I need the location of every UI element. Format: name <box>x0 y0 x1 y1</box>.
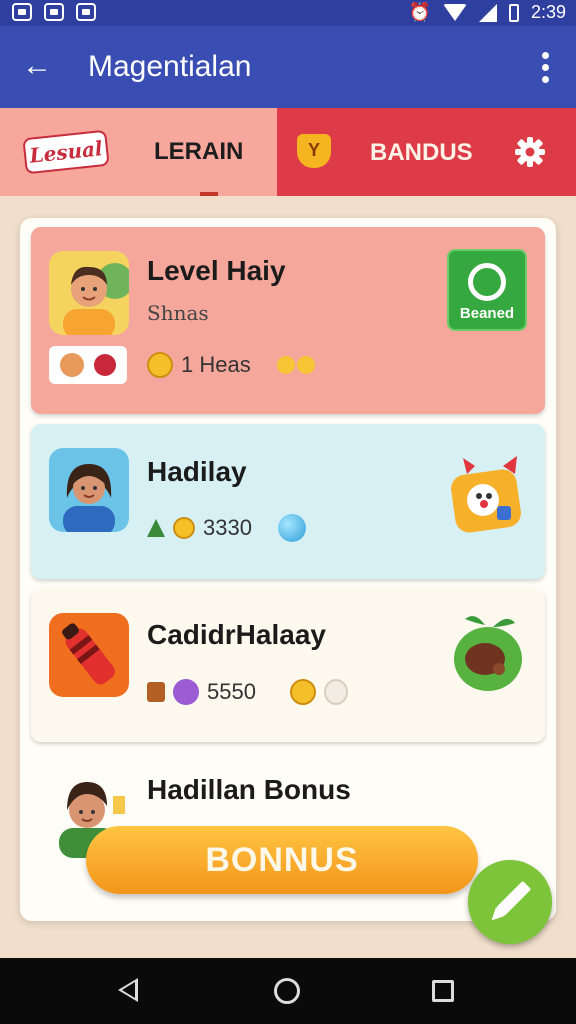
wifi-icon <box>442 4 467 21</box>
badge-icon <box>147 519 165 537</box>
bonus-button[interactable]: BONNUS <box>86 826 478 894</box>
avatar <box>49 613 129 697</box>
nav-back-icon[interactable] <box>118 978 138 1002</box>
avatar <box>49 448 129 532</box>
nav-home-icon[interactable] <box>274 978 300 1004</box>
overflow-menu-icon[interactable] <box>542 52 550 83</box>
row-title: Hadilay <box>147 456 247 487</box>
music-coin-icon <box>173 679 199 705</box>
coin-icon <box>276 356 295 374</box>
avatar <box>49 251 129 335</box>
page-title: Magentialan <box>88 50 252 83</box>
battery-icon <box>508 3 519 22</box>
row-subtitle: Shnas <box>147 301 209 325</box>
back-arrow-icon[interactable]: ← <box>22 51 54 83</box>
notification-icon <box>76 3 96 21</box>
row-meta: 3330 <box>147 514 306 542</box>
row-meta: 1 Heas <box>147 352 315 378</box>
claim-button[interactable]: Beaned <box>447 249 527 331</box>
nav-recents-icon[interactable] <box>432 980 454 1002</box>
row-meta-text: 1 Heas <box>181 352 251 377</box>
egg-icon <box>323 679 348 705</box>
status-bar: ⏰ 2:39 <box>0 0 576 26</box>
row-meta: 5550 <box>147 679 348 705</box>
badge-icon <box>147 682 165 702</box>
coin-icon <box>296 356 315 374</box>
gear-icon[interactable] <box>514 136 546 168</box>
row-meta-text: 5550 <box>207 679 256 704</box>
tab-learn[interactable]: Lesual LERAIN <box>0 108 277 196</box>
content-card: Level Haiy Shnas 1 Heas Beaned Hadilay 3… <box>20 218 556 921</box>
notification-icon <box>12 3 32 21</box>
tab-bonus[interactable]: Y BANDUS <box>277 108 576 196</box>
apple-icon <box>94 354 116 376</box>
apple-icon[interactable] <box>445 609 531 695</box>
signal-icon <box>478 3 497 22</box>
gift-box-icon[interactable] <box>445 452 531 538</box>
brand-logo: Lesual <box>22 129 110 175</box>
row-meta-text: 3330 <box>203 515 252 540</box>
alarm-icon: ⏰ <box>408 2 431 22</box>
list-item[interactable]: Hadilay 3330 <box>31 424 545 579</box>
character-icon <box>60 353 84 377</box>
refresh-icon <box>468 263 506 301</box>
coin-icon <box>173 517 195 539</box>
row-title: CadidrHalaay <box>147 619 326 650</box>
tab-indicator <box>200 192 218 196</box>
status-time: 2:39 <box>530 2 566 22</box>
shield-icon: Y <box>297 134 331 168</box>
edit-fab-button[interactable] <box>468 860 552 944</box>
coin-icon <box>289 679 316 705</box>
row-title: Level Haiy <box>147 255 286 286</box>
tab-learn-label: LERAIN <box>154 138 244 165</box>
tab-bonus-label: BANDUS <box>370 139 473 166</box>
gem-icon <box>277 514 306 542</box>
system-nav-bar <box>0 958 576 1024</box>
tab-bar: Lesual LERAIN Y BANDUS <box>0 108 576 196</box>
app-bar: ← Magentialan <box>0 26 576 108</box>
list-item[interactable]: Level Haiy Shnas 1 Heas Beaned <box>31 227 545 414</box>
items-box <box>49 346 127 384</box>
notification-icon <box>44 3 64 21</box>
row-title: Hadillan Bonus <box>147 774 351 805</box>
coin-icon <box>147 352 173 378</box>
list-item[interactable]: CadidrHalaay 5550 <box>31 589 545 742</box>
